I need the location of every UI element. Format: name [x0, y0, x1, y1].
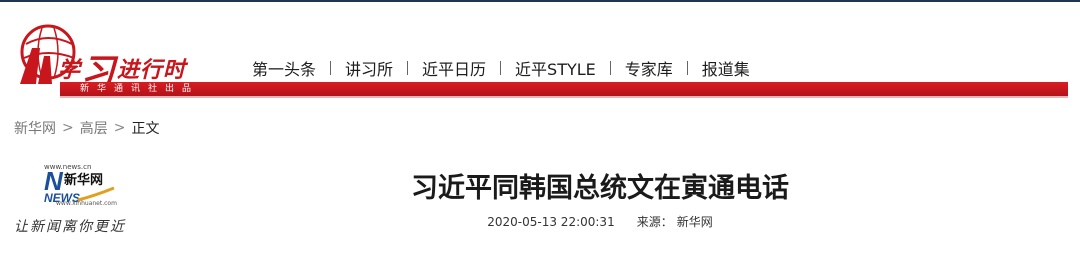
publish-datetime: 2020-05-13 22:00:31 — [487, 215, 615, 229]
breadcrumb-separator: > — [62, 120, 74, 136]
logo-char: 学 — [58, 58, 82, 83]
logo-rest: 进行时 — [117, 58, 187, 83]
nav-item-lecture-hall[interactable]: 讲习所 — [331, 56, 407, 80]
publisher-tag: 新华通讯社出品 — [80, 84, 200, 94]
main-nav: 第一头条 讲习所 近平日历 近平STYLE 专家库 报道集 — [238, 56, 764, 80]
source-label: 来源： — [636, 215, 673, 229]
logo-url-bottom: www.xinhuanet.com — [56, 200, 117, 207]
article-title: 习近平同韩国总统文在寅通电话 — [411, 173, 789, 204]
breadcrumb-section[interactable]: 高层 — [80, 118, 108, 138]
header-red-bar — [60, 82, 1068, 96]
source-name: 新华网 — [676, 215, 713, 229]
site-slogan: 让新闻离你更近 — [14, 219, 126, 235]
nav-item-style[interactable]: 近平STYLE — [501, 56, 610, 80]
nav-item-reports[interactable]: 报道集 — [688, 56, 764, 80]
nav-item-calendar[interactable]: 近平日历 — [408, 56, 500, 80]
breadcrumb-home[interactable]: 新华网 — [14, 118, 56, 138]
breadcrumb-separator: > — [113, 120, 126, 136]
article-meta: 2020-05-13 22:00:31 来源： 新华网 — [300, 213, 900, 230]
nav-item-first-headline[interactable]: 第一头条 — [238, 56, 330, 80]
header-red-bar-shadow — [60, 96, 1068, 98]
breadcrumb-current: 正文 — [131, 121, 160, 137]
nav-item-experts[interactable]: 专家库 — [611, 56, 687, 80]
site-header: 学习进行时 新华通讯社出品 第一头条 讲习所 近平日历 近平STYLE 专家库 … — [0, 2, 1080, 100]
brand-name: 新华网 — [64, 172, 103, 188]
breadcrumb: 新华网 > 高层 > 正文 — [14, 118, 159, 138]
